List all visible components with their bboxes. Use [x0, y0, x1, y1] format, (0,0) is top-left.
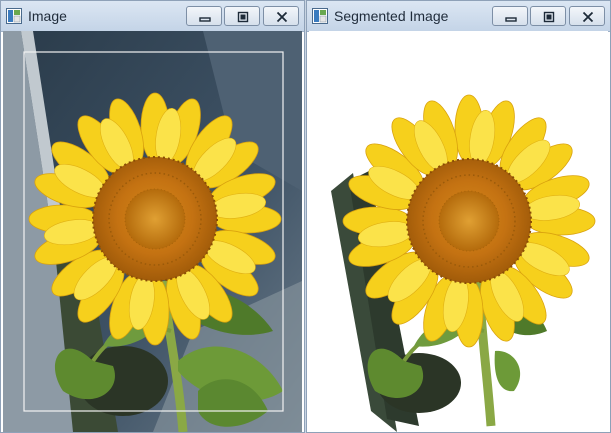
image-canvas[interactable]	[3, 31, 302, 432]
minimize-icon	[505, 17, 517, 22]
maximize-icon	[237, 11, 249, 23]
window-title: Image	[28, 8, 67, 24]
close-icon	[276, 11, 288, 23]
close-button[interactable]	[569, 6, 605, 26]
image-window-icon	[312, 8, 328, 24]
segmented-image-window: Segmented Image	[306, 0, 611, 433]
segmented-sunflower	[309, 31, 608, 432]
image-window-icon	[6, 8, 22, 24]
close-button[interactable]	[263, 6, 299, 26]
window-title: Segmented Image	[334, 8, 449, 24]
maximize-button[interactable]	[530, 6, 566, 26]
minimize-icon	[199, 17, 211, 22]
title-bar[interactable]: Image	[1, 1, 304, 32]
sunflower-photo	[3, 31, 302, 432]
close-icon	[582, 11, 594, 23]
minimize-button[interactable]	[492, 6, 528, 26]
minimize-button[interactable]	[186, 6, 222, 26]
title-bar[interactable]: Segmented Image	[307, 1, 610, 32]
image-window: Image	[0, 0, 305, 433]
maximize-icon	[543, 11, 555, 23]
segmented-canvas[interactable]	[309, 31, 608, 432]
maximize-button[interactable]	[224, 6, 260, 26]
